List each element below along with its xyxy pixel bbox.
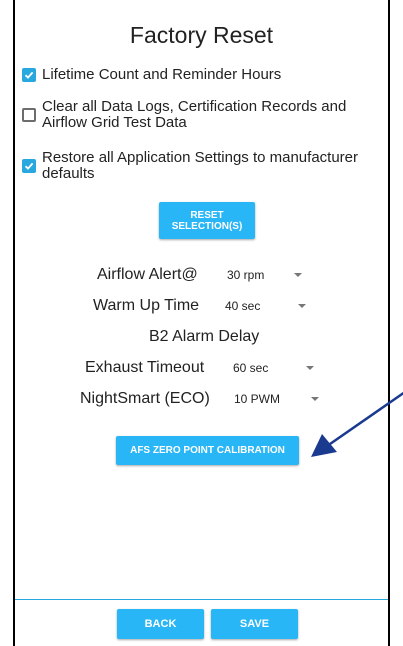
- annotation-arrow-icon: [311, 391, 403, 457]
- footer-divider: [15, 599, 388, 600]
- back-button[interactable]: BACK: [117, 609, 204, 639]
- save-button[interactable]: SAVE: [211, 609, 298, 639]
